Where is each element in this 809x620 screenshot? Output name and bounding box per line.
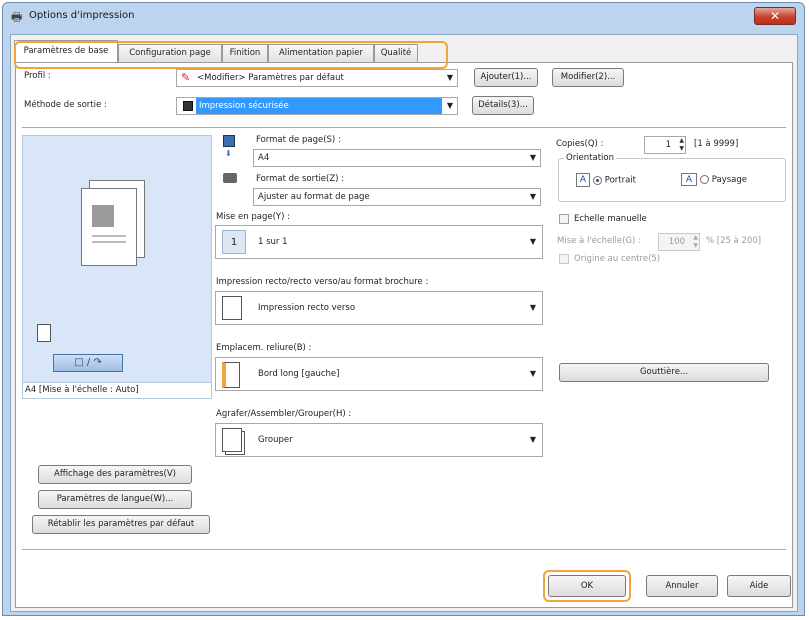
- output-method-combobox[interactable]: Impression sécurisée ▼: [176, 97, 458, 115]
- basic-settings-page: Profil : ✎ <Modifier> Paramètres par déf…: [15, 62, 793, 608]
- layout-label: Mise en page(Y) :: [216, 212, 290, 222]
- spin-arrows-icon[interactable]: ▲ ▼: [693, 234, 698, 250]
- layout-toggle-button[interactable]: □ / ↷: [53, 354, 123, 372]
- scale-label: Mise à l'échelle(G) :: [557, 236, 641, 246]
- scale-range: % [25 à 200]: [706, 236, 762, 246]
- landscape-label: Paysage: [711, 175, 747, 185]
- copies-value: 1: [665, 140, 671, 150]
- binding-label: Emplacem. reliure(B) :: [216, 343, 312, 353]
- separator: [22, 549, 786, 550]
- chevron-down-icon: ▼: [446, 101, 453, 110]
- manual-scale-checkbox[interactable]: [559, 214, 569, 224]
- tab-page-setup[interactable]: Configuration page: [118, 44, 222, 62]
- profile-combobox[interactable]: ✎ <Modifier> Paramètres par défaut ▼: [176, 69, 458, 87]
- gutter-button[interactable]: Gouttière...: [559, 363, 769, 382]
- landscape-option[interactable]: A Paysage: [681, 173, 747, 186]
- manual-scale-label: Echelle manuelle: [574, 214, 647, 224]
- chevron-down-icon: ▼: [529, 237, 536, 246]
- tab-quality[interactable]: Qualité: [374, 44, 418, 62]
- staple-value: Grouper: [258, 435, 293, 445]
- tab-basic-settings[interactable]: Paramètres de base: [14, 40, 118, 62]
- restore-defaults-button[interactable]: Rétablir les paramètres par défaut: [32, 515, 210, 534]
- output-method-value: Impression sécurisée: [196, 98, 442, 114]
- profile-label: Profil :: [24, 71, 51, 81]
- landscape-radio[interactable]: [699, 175, 709, 184]
- page-size-combobox[interactable]: A4 ▼: [253, 149, 541, 167]
- origin-center-label: Origine au centre(5): [574, 254, 661, 264]
- window-title: Options d'impression: [29, 10, 135, 21]
- layout-icon: 1: [222, 230, 246, 254]
- duplex-print-icon: [222, 296, 242, 320]
- landscape-page-icon: A: [681, 173, 697, 186]
- separator: [22, 127, 786, 128]
- group-pages-icon: [222, 428, 242, 452]
- copies-range: [1 à 9999]: [694, 139, 739, 149]
- binding-location-icon: [222, 362, 240, 388]
- portrait-label: Portrait: [604, 175, 636, 186]
- chevron-down-icon: ▼: [529, 153, 536, 162]
- output-size-value: Ajuster au format de page: [258, 192, 370, 202]
- output-size-combobox[interactable]: Ajuster au format de page ▼: [253, 188, 541, 206]
- page-size-label: Format de page(S) :: [256, 135, 341, 145]
- duplex-combobox[interactable]: Impression recto verso ▼: [215, 291, 543, 325]
- printer-icon: 🖶: [11, 10, 23, 24]
- duplex-value: Impression recto verso: [258, 303, 356, 313]
- secure-print-icon: [183, 100, 193, 111]
- chevron-down-icon: ▼: [529, 303, 536, 312]
- help-button[interactable]: Aide: [727, 575, 791, 597]
- duplex-label: Impression recto/recto verso/au format b…: [216, 277, 429, 287]
- portrait-option[interactable]: A Portrait: [576, 173, 636, 187]
- title-bar: 🖶 Options d'impression ✕: [3, 3, 804, 31]
- copies-label: Copies(Q) :: [556, 139, 604, 149]
- modify-profile-button[interactable]: Modifier(2)...: [552, 68, 624, 87]
- add-profile-button[interactable]: Ajouter(1)...: [474, 68, 538, 87]
- scale-value: 100: [668, 237, 685, 247]
- view-settings-button[interactable]: Affichage des paramètres(V): [38, 465, 192, 484]
- chevron-down-icon: ▼: [529, 192, 536, 201]
- dialog-client-area: Paramètres de base Configuration page Fi…: [10, 34, 798, 612]
- language-settings-button[interactable]: Paramètres de langue(W)...: [38, 490, 192, 509]
- ok-highlight-frame: [543, 570, 631, 602]
- details-button[interactable]: Détails(3)...: [472, 96, 534, 115]
- output-method-label: Méthode de sortie :: [24, 100, 107, 110]
- layout-value: 1 sur 1: [258, 237, 288, 247]
- copies-stack-icon: [37, 324, 51, 342]
- page-preview: □ / ↷: [22, 135, 212, 383]
- arrow-down-icon: ⬇: [225, 149, 232, 158]
- portrait-page-icon: A: [576, 173, 590, 187]
- pencil-icon: ✎: [181, 71, 191, 84]
- output-size-icon: [223, 173, 237, 183]
- tab-finishing[interactable]: Finition: [222, 44, 268, 62]
- profile-value: <Modifier> Paramètres par défaut: [197, 73, 344, 83]
- origin-center-checkbox[interactable]: [559, 254, 569, 264]
- tab-paper-source[interactable]: Alimentation papier: [268, 44, 374, 62]
- chevron-down-icon: ▼: [529, 435, 536, 444]
- chevron-down-icon: ▼: [529, 369, 536, 378]
- staple-label: Agrafer/Assembler/Grouper(H) :: [216, 409, 352, 419]
- binding-combobox[interactable]: Bord long [gauche] ▼: [215, 357, 543, 391]
- spin-arrows-icon[interactable]: ▲ ▼: [679, 137, 684, 153]
- cancel-button[interactable]: Annuler: [646, 575, 718, 597]
- output-size-label: Format de sortie(Z) :: [256, 174, 345, 184]
- page-size-value: A4: [258, 153, 270, 163]
- print-options-window: 🖶 Options d'impression ✕ Paramètres de b…: [2, 2, 805, 616]
- copies-spinbox[interactable]: 1 ▲ ▼: [644, 136, 686, 154]
- scale-spinbox[interactable]: 100 ▲ ▼: [658, 233, 700, 251]
- portrait-radio[interactable]: [592, 175, 602, 185]
- staple-combobox[interactable]: Grouper ▼: [215, 423, 543, 457]
- binding-value: Bord long [gauche]: [258, 369, 340, 379]
- chevron-down-icon: ▼: [446, 73, 453, 82]
- close-button[interactable]: ✕: [754, 7, 796, 25]
- preview-sheet-front: [81, 188, 137, 266]
- layout-combobox[interactable]: 1 1 sur 1 ▼: [215, 225, 543, 259]
- orientation-group-label: Orientation: [564, 153, 616, 163]
- preview-caption: A4 [Mise à l'échelle : Auto]: [25, 385, 139, 395]
- page-size-icon: [223, 135, 235, 147]
